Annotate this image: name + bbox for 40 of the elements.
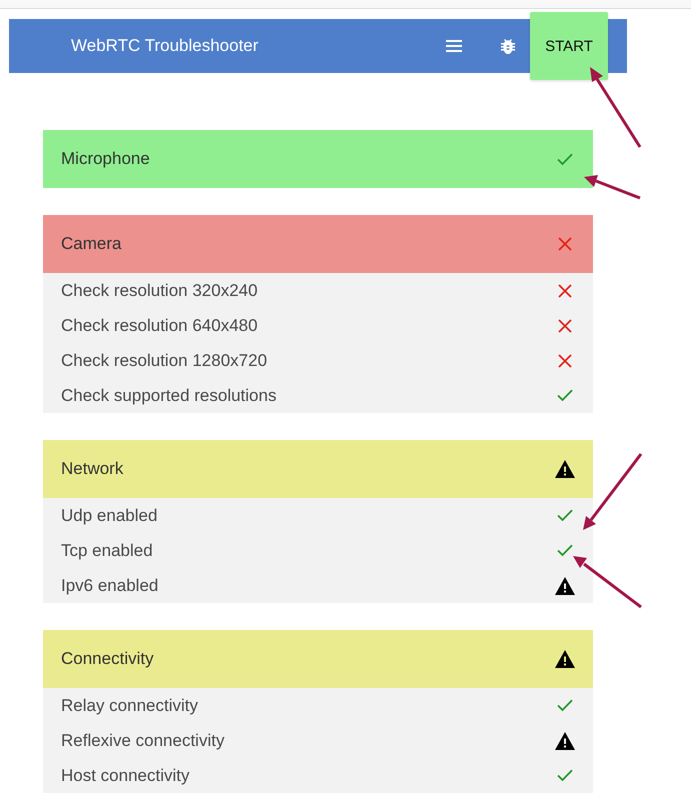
test-name: Relay connectivity — [61, 696, 200, 716]
test-name: Check resolution 320x240 — [61, 280, 259, 300]
menu-button[interactable] — [446, 40, 462, 52]
check-icon — [557, 152, 573, 166]
app-title: WebRTC Troubleshooter — [71, 36, 260, 56]
warning-icon — [555, 732, 575, 750]
check-icon — [557, 509, 573, 522]
test-name: Reflexive connectivity — [61, 730, 226, 750]
section-title: Connectivity — [61, 649, 155, 669]
section-header[interactable]: Connectivity — [43, 630, 593, 688]
bug-report-button[interactable] — [501, 38, 515, 54]
menu-icon — [446, 40, 462, 52]
section-title: Network — [61, 459, 124, 479]
section-header[interactable]: Camera — [43, 215, 593, 273]
section-header[interactable]: Microphone — [43, 130, 593, 188]
annotation-arrow — [573, 556, 642, 608]
test-name: Tcp enabled — [61, 540, 154, 560]
test-name: Check supported resolutions — [61, 386, 278, 406]
check-icon — [557, 389, 573, 402]
section-title: Camera — [61, 234, 122, 254]
warning-icon — [555, 650, 575, 668]
warning-icon — [555, 460, 575, 478]
close-icon — [558, 318, 572, 332]
start-button[interactable]: START — [530, 12, 608, 80]
section-header[interactable]: Network — [43, 440, 593, 498]
test-name: Host connectivity — [61, 766, 190, 786]
annotation-arrow — [584, 175, 641, 200]
test-name: Udp enabled — [61, 506, 158, 526]
close-icon — [558, 284, 572, 298]
check-icon — [557, 699, 573, 712]
check-icon — [557, 544, 573, 557]
test-name: Check resolution 1280x720 — [61, 350, 268, 370]
warning-icon — [555, 576, 575, 594]
close-icon — [558, 237, 572, 251]
test-name: Ipv6 enabled — [61, 576, 160, 596]
test-name: Check resolution 640x480 — [61, 316, 259, 336]
bug-icon — [501, 38, 515, 54]
check-icon — [557, 769, 573, 782]
close-icon — [558, 354, 572, 368]
section-title: Microphone — [61, 149, 151, 169]
